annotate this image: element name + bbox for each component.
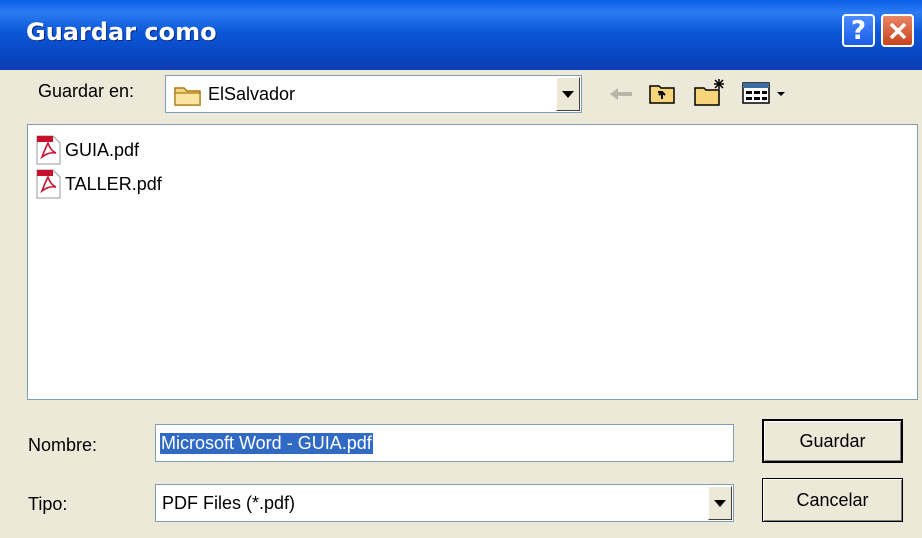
close-icon [889,22,906,39]
chevron-down-icon [562,90,574,98]
save-in-label: Guardar en: [38,81,135,101]
up-folder-icon [649,85,675,104]
close-button[interactable] [881,14,914,47]
folder-icon [174,87,201,106]
new-folder-button[interactable] [692,76,728,108]
pdf-icon [36,169,61,199]
dialog-title: Guardar como [26,18,217,46]
save-as-dialog: Guardar como ? Guardar en: ElSalvador GU… [0,0,922,538]
title-bar[interactable]: Guardar como ? [0,0,922,70]
save-button[interactable]: Guardar [762,419,903,463]
pdf-icon [36,135,61,165]
up-folder-button[interactable] [646,78,678,108]
filetype-dropdown[interactable]: PDF Files (*.pdf) [155,484,734,522]
filetype-value: PDF Files (*.pdf) [162,493,296,513]
list-item[interactable]: GUIA.pdf [34,135,139,165]
file-name: GUIA.pdf [65,139,140,160]
save-in-value: ElSalvador [208,84,296,104]
file-name: TALLER.pdf [65,173,162,194]
chevron-down-icon [714,499,726,507]
new-folder-icon [694,79,724,106]
filetype-label: Tipo: [28,494,68,514]
back-button[interactable] [606,80,636,108]
file-list[interactable]: GUIA.pdf TALLER.pdf [27,124,918,400]
save-in-dropdown[interactable]: ElSalvador [165,75,582,113]
list-item[interactable]: TALLER.pdf [34,169,162,199]
cancel-button[interactable]: Cancelar [762,478,903,522]
view-menu-button[interactable] [740,78,790,108]
filename-input[interactable]: Microsoft Word - GUIA.pdf [155,424,734,462]
question-icon: ? [850,15,867,46]
filename-label: Nombre: [28,435,98,455]
back-arrow-icon [610,88,632,100]
view-menu-icon [742,82,785,104]
filetype-dropdown-button[interactable] [708,486,732,520]
save-in-dropdown-button[interactable] [556,77,580,111]
filename-value: Microsoft Word - GUIA.pdf [160,433,373,454]
help-button[interactable]: ? [842,14,875,47]
